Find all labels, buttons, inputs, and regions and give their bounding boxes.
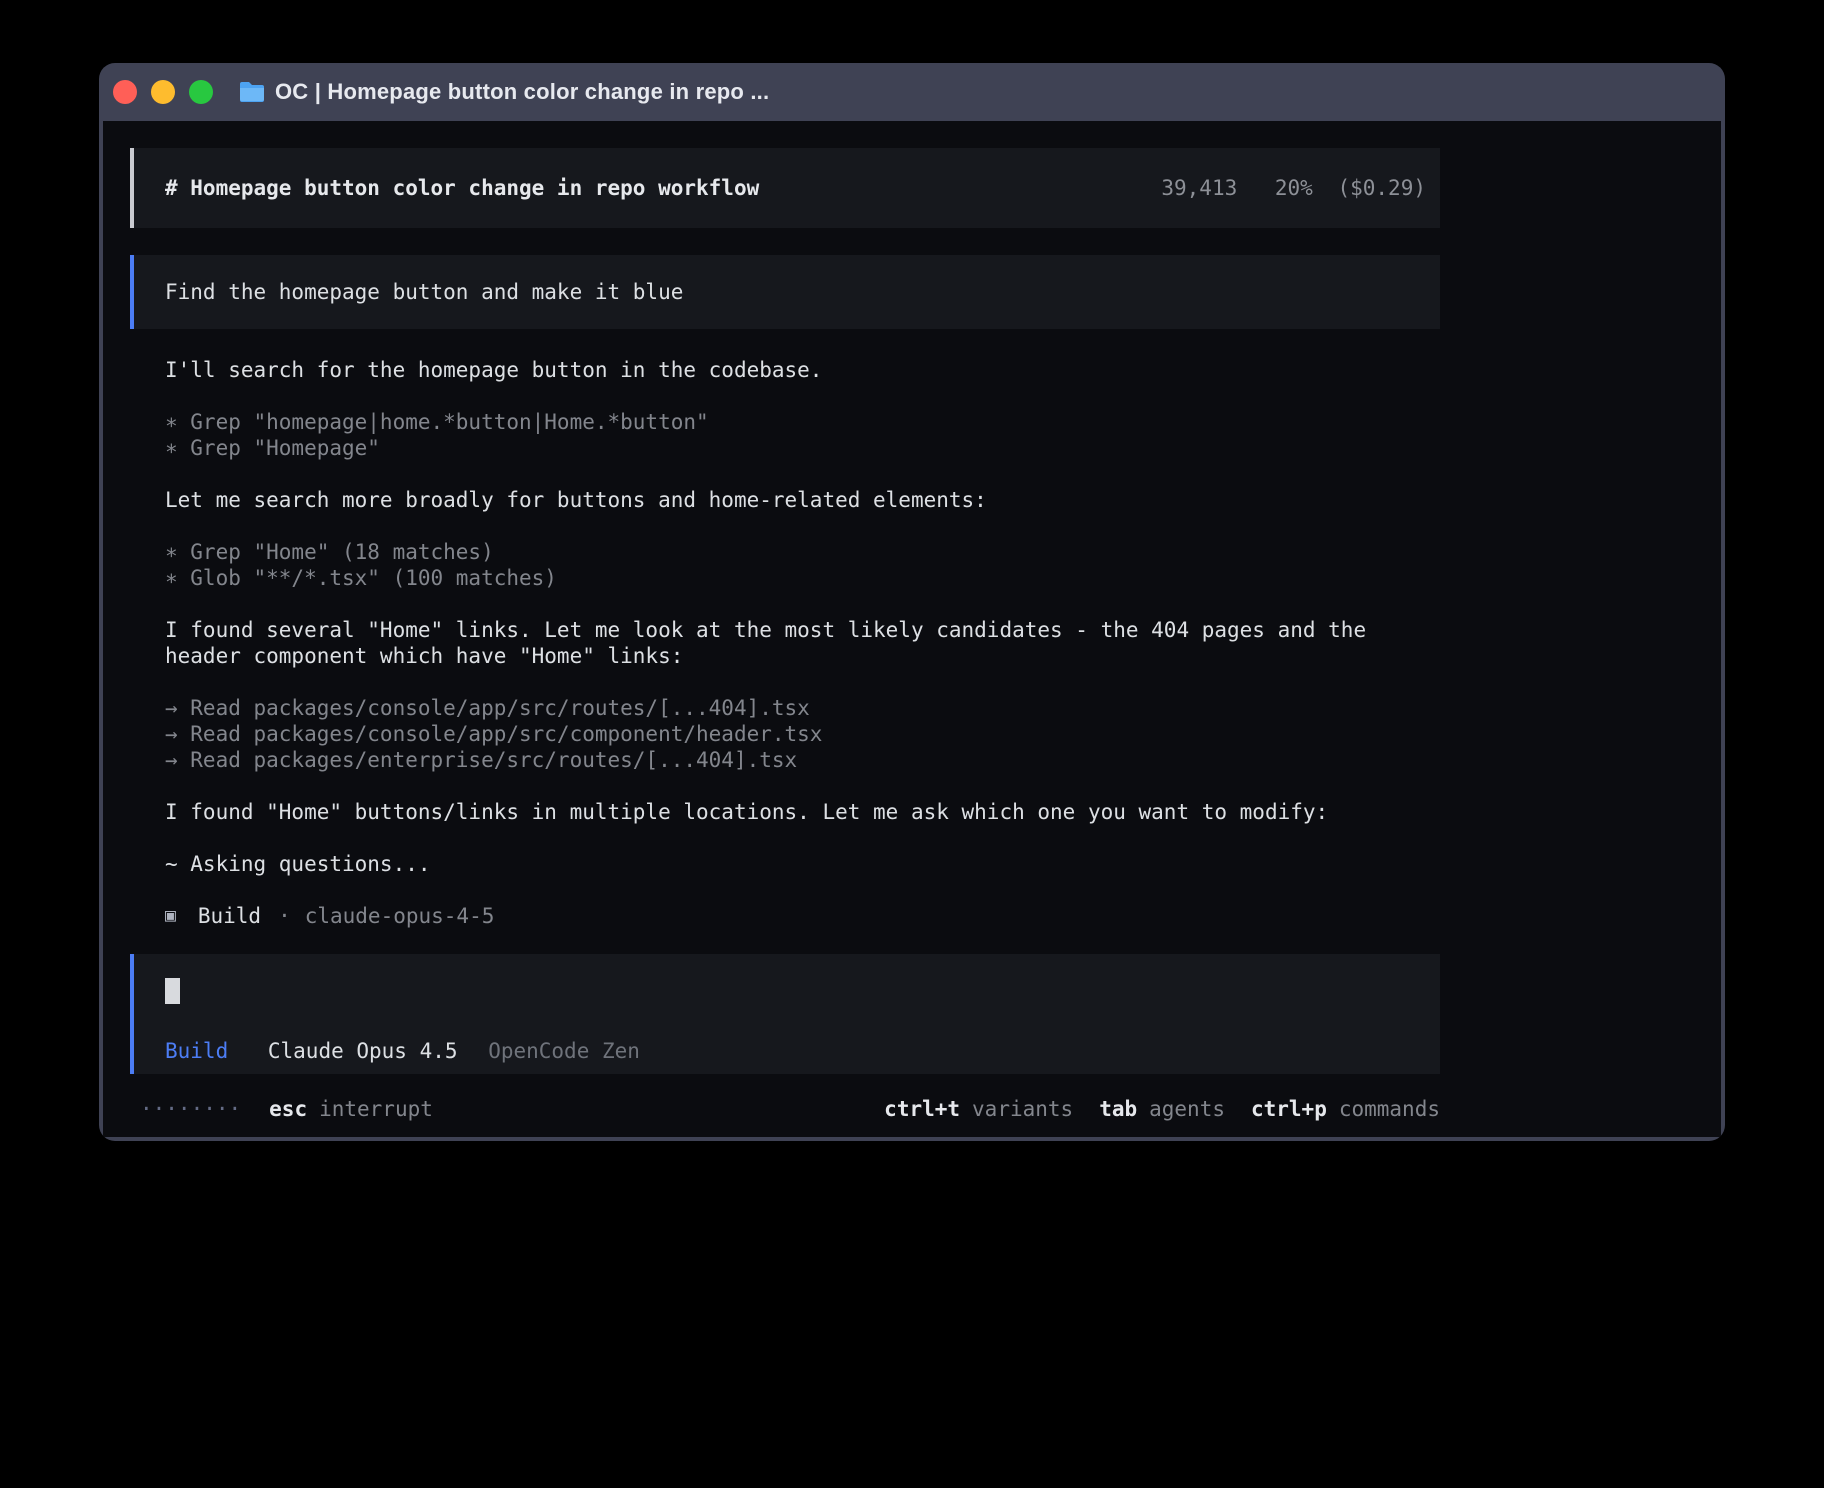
session-stats: 39,413 20% ($0.29) [1161,175,1426,201]
tool-call-group: ∗ Grep "Home" (18 matches) ∗ Glob "**/*.… [165,539,1440,591]
close-button[interactable] [113,80,137,104]
tool-call-glob: ∗ Glob "**/*.tsx" (100 matches) [165,565,1440,591]
agents-key-hint: tab [1099,1096,1137,1122]
agent-icon: ▣ [165,903,176,929]
esc-key-label: interrupt [319,1096,433,1122]
minimize-button[interactable] [151,80,175,104]
tool-call-grep: ∗ Grep "homepage|home.*button|Home.*butt… [165,409,1440,435]
folder-icon [238,80,266,104]
context-percent: 20% [1275,176,1313,200]
variants-key-label: variants [972,1096,1073,1122]
agent-mode-label: Build [165,1039,228,1063]
tool-call-group: → Read packages/console/app/src/routes/[… [165,695,1440,773]
tool-call-grep: ∗ Grep "Homepage" [165,435,1440,461]
assistant-text: Let me search more broadly for buttons a… [165,487,1405,513]
variants-key-hint: ctrl+t [884,1096,960,1122]
session-header: # Homepage button color change in repo w… [130,148,1440,228]
agent-separator: · [278,903,291,929]
model-label: Claude Opus 4.5 [268,1039,458,1063]
assistant-text: I found "Home" buttons/links in multiple… [165,799,1405,825]
token-count: 39,413 [1161,176,1237,200]
tool-call-grep: ∗ Grep "Home" (18 matches) [165,539,1440,565]
tool-call-read: → Read packages/console/app/src/routes/[… [165,695,1440,721]
agent-model: claude-opus-4-5 [305,903,495,929]
session-column: # Homepage button color change in repo w… [130,148,1440,1122]
tool-call-read: → Read packages/console/app/src/componen… [165,721,1440,747]
agent-status: ▣ Build · claude-opus-4-5 [165,903,1440,929]
commands-key-hint: ctrl+p [1251,1096,1327,1122]
agent-name: Build [198,903,261,929]
prompt-input[interactable]: Build Claude Opus 4.5 OpenCode Zen [130,954,1440,1074]
assistant-text: I'll search for the homepage button in t… [165,357,1405,383]
zoom-button[interactable] [189,80,213,104]
window-title: OC | Homepage button color change in rep… [275,79,769,105]
user-message-text: Find the homepage button and make it blu… [165,279,683,305]
text-cursor [165,978,180,1004]
asking-questions-status: ~ Asking questions... [165,851,1405,877]
titlebar[interactable]: OC | Homepage button color change in rep… [103,63,1721,121]
status-bar-left: ········ esc interrupt [140,1096,433,1122]
status-bar-right: ctrl+t variants tab agents ctrl+p comman… [884,1096,1440,1122]
session-title: # Homepage button color change in repo w… [165,175,759,201]
assistant-text: I found several "Home" links. Let me loo… [165,617,1405,669]
terminal-window: OC | Homepage button color change in rep… [99,63,1725,1141]
tool-call-group: ∗ Grep "homepage|home.*button|Home.*butt… [165,409,1440,461]
spinner-dots: ········ [140,1096,241,1122]
status-bar: ········ esc interrupt ctrl+t variants t… [130,1096,1440,1122]
agents-key-label: agents [1149,1096,1225,1122]
user-message: Find the homepage button and make it blu… [130,255,1440,329]
provider-label: OpenCode Zen [488,1039,640,1063]
session-cost: ($0.29) [1337,176,1426,200]
input-status-row: Build Claude Opus 4.5 OpenCode Zen [165,1038,1409,1064]
title-group: OC | Homepage button color change in rep… [238,79,769,105]
terminal-content: # Homepage button color change in repo w… [103,121,1721,1137]
traffic-lights [103,80,213,104]
tool-call-read: → Read packages/enterprise/src/routes/[.… [165,747,1440,773]
esc-key-hint: esc [269,1096,307,1122]
commands-key-label: commands [1339,1096,1440,1122]
